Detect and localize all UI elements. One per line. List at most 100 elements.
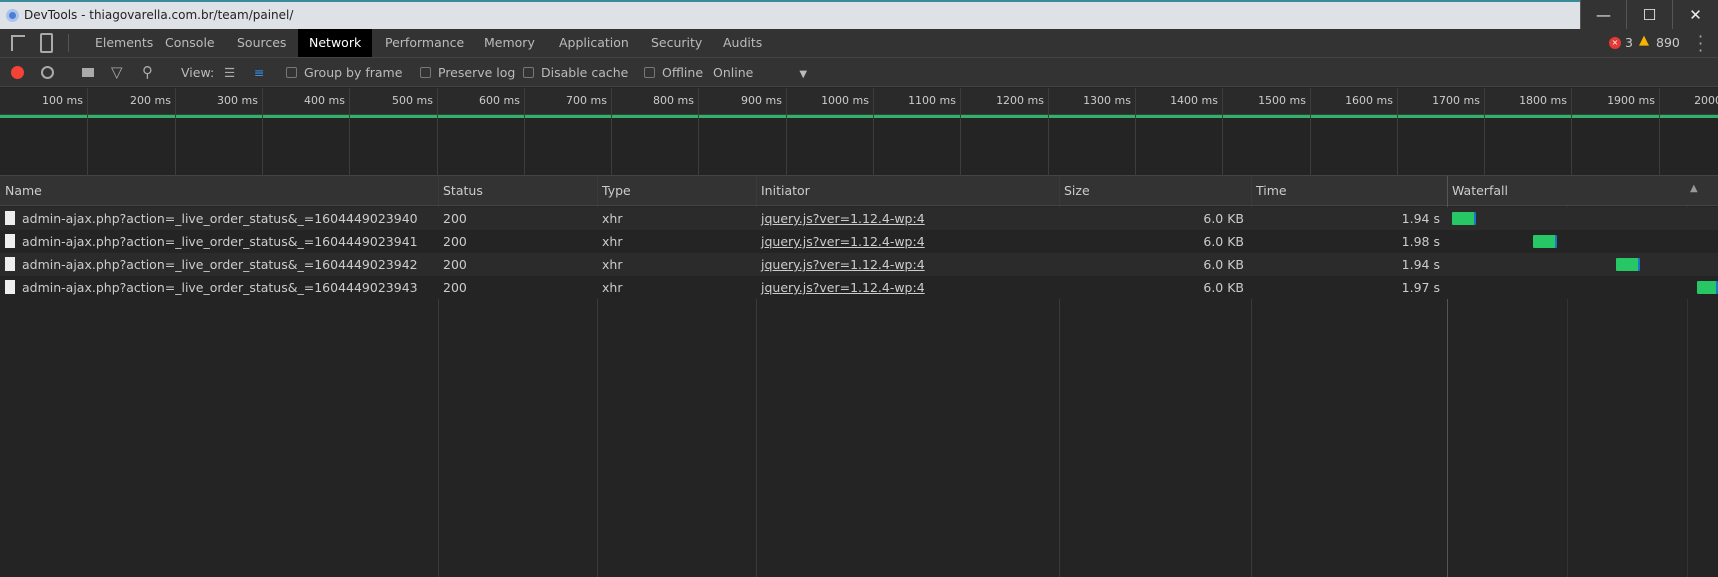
type-text: xhr bbox=[602, 234, 623, 249]
table-row[interactable]: admin-ajax.php?action=_live_order_status… bbox=[0, 276, 1718, 299]
time-text: 1.98 s bbox=[1401, 234, 1440, 249]
waterfall-bar[interactable] bbox=[1696, 281, 1718, 294]
error-icon[interactable]: × bbox=[1609, 37, 1621, 49]
column-header-status[interactable]: Status bbox=[438, 176, 483, 206]
initiator-text[interactable]: jquery.js?ver=1.12.4-wp:4 bbox=[761, 234, 925, 249]
time-text: 1.94 s bbox=[1401, 211, 1440, 226]
timeline-gridline bbox=[786, 88, 787, 176]
column-header-waterfall[interactable]: Waterfall bbox=[1447, 176, 1508, 206]
timeline-tick-label: 900 ms bbox=[741, 94, 782, 107]
large-rows-icon[interactable]: ☰ bbox=[224, 58, 235, 87]
warning-icon[interactable]: ▲ bbox=[1639, 33, 1649, 48]
size-text: 6.0 KB bbox=[1203, 234, 1244, 249]
timeline-tick-label: 800 ms bbox=[653, 94, 694, 107]
tab-elements[interactable]: Elements bbox=[84, 29, 164, 57]
tab-memory[interactable]: Memory bbox=[473, 29, 546, 57]
column-header-size[interactable]: Size bbox=[1059, 176, 1090, 206]
timeline-tick-label: 100 ms bbox=[42, 94, 83, 107]
window-title-bar: DevTools - thiagovarella.com.br/team/pai… bbox=[0, 0, 1718, 29]
offline-checkbox[interactable]: Offline bbox=[644, 58, 703, 87]
cell-initiator: jquery.js?ver=1.12.4-wp:4 bbox=[756, 276, 1059, 299]
cell-status: 200 bbox=[438, 276, 597, 299]
table-row[interactable]: admin-ajax.php?action=_live_order_status… bbox=[0, 207, 1718, 230]
status-text: 200 bbox=[443, 257, 467, 272]
maximize-button[interactable]: ☐ bbox=[1626, 0, 1672, 29]
status-text: 200 bbox=[443, 211, 467, 226]
table-row[interactable]: admin-ajax.php?action=_live_order_status… bbox=[0, 253, 1718, 276]
sort-ascending-icon[interactable]: ▲ bbox=[1690, 183, 1698, 194]
tab-application[interactable]: Application bbox=[548, 29, 640, 57]
column-header-type[interactable]: Type bbox=[597, 176, 631, 206]
timeline-gridline bbox=[349, 88, 350, 176]
initiator-text[interactable]: jquery.js?ver=1.12.4-wp:4 bbox=[761, 280, 925, 295]
size-text: 6.0 KB bbox=[1203, 211, 1244, 226]
cell-name: admin-ajax.php?action=_live_order_status… bbox=[0, 230, 438, 253]
timeline-overview[interactable]: 100 ms 200 ms 300 ms 400 ms 500 ms 600 ms 700 … bbox=[0, 88, 1718, 176]
inspect-element-icon[interactable] bbox=[11, 35, 25, 51]
timeline-gridline bbox=[524, 88, 525, 176]
type-text: xhr bbox=[602, 211, 623, 226]
timeline-gridline bbox=[437, 88, 438, 176]
name-text: admin-ajax.php?action=_live_order_status… bbox=[22, 257, 418, 272]
timeline-tick-label: 2000 ms bbox=[1694, 94, 1718, 107]
cell-initiator: jquery.js?ver=1.12.4-wp:4 bbox=[756, 230, 1059, 253]
more-options-icon[interactable]: · · · bbox=[1698, 29, 1704, 59]
close-button[interactable]: ✕ bbox=[1672, 0, 1718, 29]
cell-type: xhr bbox=[597, 230, 756, 253]
minimize-button[interactable]: — bbox=[1580, 0, 1626, 29]
column-header-initiator[interactable]: Initiator bbox=[756, 176, 810, 206]
cell-type: xhr bbox=[597, 276, 756, 299]
timeline-tick-label: 1300 ms bbox=[1083, 94, 1131, 107]
throttling-select[interactable]: Online ▼ bbox=[713, 58, 807, 89]
waterfall-bar[interactable] bbox=[1452, 212, 1476, 225]
timeline-tick-label: 1500 ms bbox=[1258, 94, 1306, 107]
timeline-tick-label: 1900 ms bbox=[1607, 94, 1655, 107]
type-text: xhr bbox=[602, 257, 623, 272]
initiator-text[interactable]: jquery.js?ver=1.12.4-wp:4 bbox=[761, 211, 925, 226]
timeline-gridline bbox=[1484, 88, 1485, 176]
status-text: 200 bbox=[443, 234, 467, 249]
waterfall-bar[interactable] bbox=[1615, 258, 1640, 271]
tab-audits[interactable]: Audits bbox=[712, 29, 773, 57]
timeline-gridline bbox=[1659, 88, 1660, 176]
timeline-tick-label: 600 ms bbox=[479, 94, 520, 107]
search-icon[interactable]: ⚲ bbox=[142, 58, 153, 87]
timeline-tick-label: 1700 ms bbox=[1432, 94, 1480, 107]
waterfall-view-icon[interactable]: ≡ bbox=[254, 58, 264, 87]
table-row[interactable]: admin-ajax.php?action=_live_order_status… bbox=[0, 230, 1718, 253]
preserve-log-checkbox[interactable]: Preserve log bbox=[420, 58, 515, 87]
cell-size: 6.0 KB bbox=[1059, 276, 1251, 299]
timeline-tick-label: 1200 ms bbox=[996, 94, 1044, 107]
initiator-text[interactable]: jquery.js?ver=1.12.4-wp:4 bbox=[761, 257, 925, 272]
tab-sources[interactable]: Sources bbox=[226, 29, 297, 57]
cell-size: 6.0 KB bbox=[1059, 230, 1251, 253]
tab-console[interactable]: Console bbox=[154, 29, 226, 57]
tab-network[interactable]: Network bbox=[298, 29, 373, 57]
disable-cache-checkbox[interactable]: Disable cache bbox=[523, 58, 628, 87]
clear-icon[interactable] bbox=[41, 66, 54, 79]
timeline-tick-label: 400 ms bbox=[304, 94, 345, 107]
cell-status: 200 bbox=[438, 230, 597, 253]
cell-status: 200 bbox=[438, 253, 597, 276]
timeline-gridline bbox=[1397, 88, 1398, 176]
tab-security[interactable]: Security bbox=[640, 29, 713, 57]
record-button[interactable] bbox=[11, 66, 24, 79]
device-toolbar-icon[interactable] bbox=[40, 33, 53, 53]
timeline-tick-label: 700 ms bbox=[566, 94, 607, 107]
chevron-down-icon: ▼ bbox=[799, 69, 808, 80]
error-count[interactable]: 3 bbox=[1625, 35, 1633, 50]
document-icon bbox=[5, 234, 15, 248]
cell-initiator: jquery.js?ver=1.12.4-wp:4 bbox=[756, 207, 1059, 230]
timeline-gridline bbox=[1048, 88, 1049, 176]
timeline-gridline bbox=[611, 88, 612, 176]
group-by-frame-checkbox[interactable]: Group by frame bbox=[286, 58, 402, 87]
screenshot-icon[interactable] bbox=[82, 68, 94, 77]
view-label: View: bbox=[181, 65, 215, 80]
tab-performance[interactable]: Performance bbox=[374, 29, 475, 57]
timeline-gridline bbox=[262, 88, 263, 176]
waterfall-bar[interactable] bbox=[1533, 235, 1558, 248]
column-header-name[interactable]: Name bbox=[0, 176, 42, 206]
column-header-time[interactable]: Time bbox=[1251, 176, 1287, 206]
warning-count[interactable]: 890 bbox=[1656, 35, 1680, 50]
filter-icon[interactable]: ▽ bbox=[111, 58, 123, 87]
